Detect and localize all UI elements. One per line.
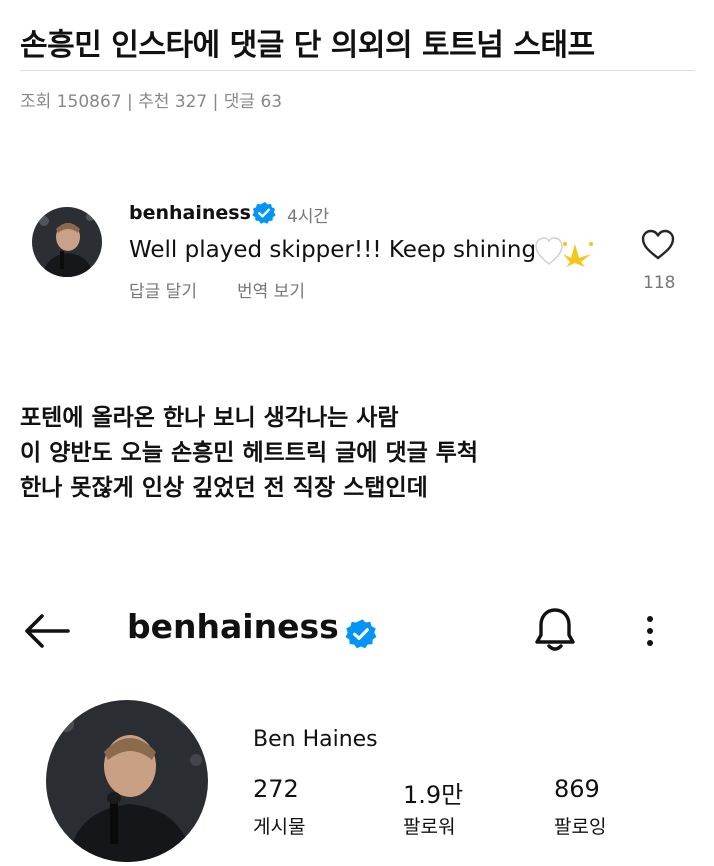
comment-avatar[interactable] xyxy=(32,207,102,277)
like-count: 118 xyxy=(643,273,676,293)
followers-label[interactable]: 팔로워 xyxy=(403,812,455,839)
body-line: 한나 못잖게 인상 깊었던 전 직장 스탭인데 xyxy=(20,475,428,501)
notification-bell-icon[interactable] xyxy=(530,605,580,655)
profile-username: benhainess xyxy=(127,607,339,646)
followers-count[interactable]: 1.9만 xyxy=(403,775,463,810)
back-arrow-icon[interactable] xyxy=(22,612,72,650)
profile-display-name: Ben Haines xyxy=(253,727,378,752)
verified-badge-icon xyxy=(252,201,276,225)
body-line: 이 양반도 오늘 손흥민 헤트트릭 글에 댓글 투척 xyxy=(20,440,479,466)
more-options-icon[interactable] xyxy=(640,612,660,652)
comment-username[interactable]: benhainess xyxy=(129,202,251,224)
like-heart-icon[interactable] xyxy=(641,229,675,261)
posts-label[interactable]: 게시물 xyxy=(253,812,305,839)
reply-button[interactable]: 답글 달기 xyxy=(129,277,197,302)
comment-time: 4시간 xyxy=(287,207,330,227)
following-label[interactable]: 팔로잉 xyxy=(554,812,606,839)
post-meta: 조회 150867 | 추천 327 | 댓글 63 xyxy=(20,92,283,112)
avatar-photo xyxy=(32,207,102,277)
body-line: 포텐에 올라온 한나 보니 생각나는 사람 xyxy=(20,405,399,431)
heart-sparkle-emoji-icon xyxy=(535,236,595,268)
avatar-photo xyxy=(46,700,208,862)
posts-count[interactable]: 272 xyxy=(253,775,299,803)
verified-badge-icon xyxy=(345,618,377,650)
comment-text: Well played skipper!!! Keep shining xyxy=(129,237,537,263)
post-title: 손흥민 인스타에 댓글 단 의외의 토트넘 스태프 xyxy=(20,28,595,63)
following-count[interactable]: 869 xyxy=(554,775,600,803)
profile-avatar[interactable] xyxy=(46,700,208,862)
translate-button[interactable]: 번역 보기 xyxy=(237,277,305,302)
title-divider xyxy=(20,70,695,71)
